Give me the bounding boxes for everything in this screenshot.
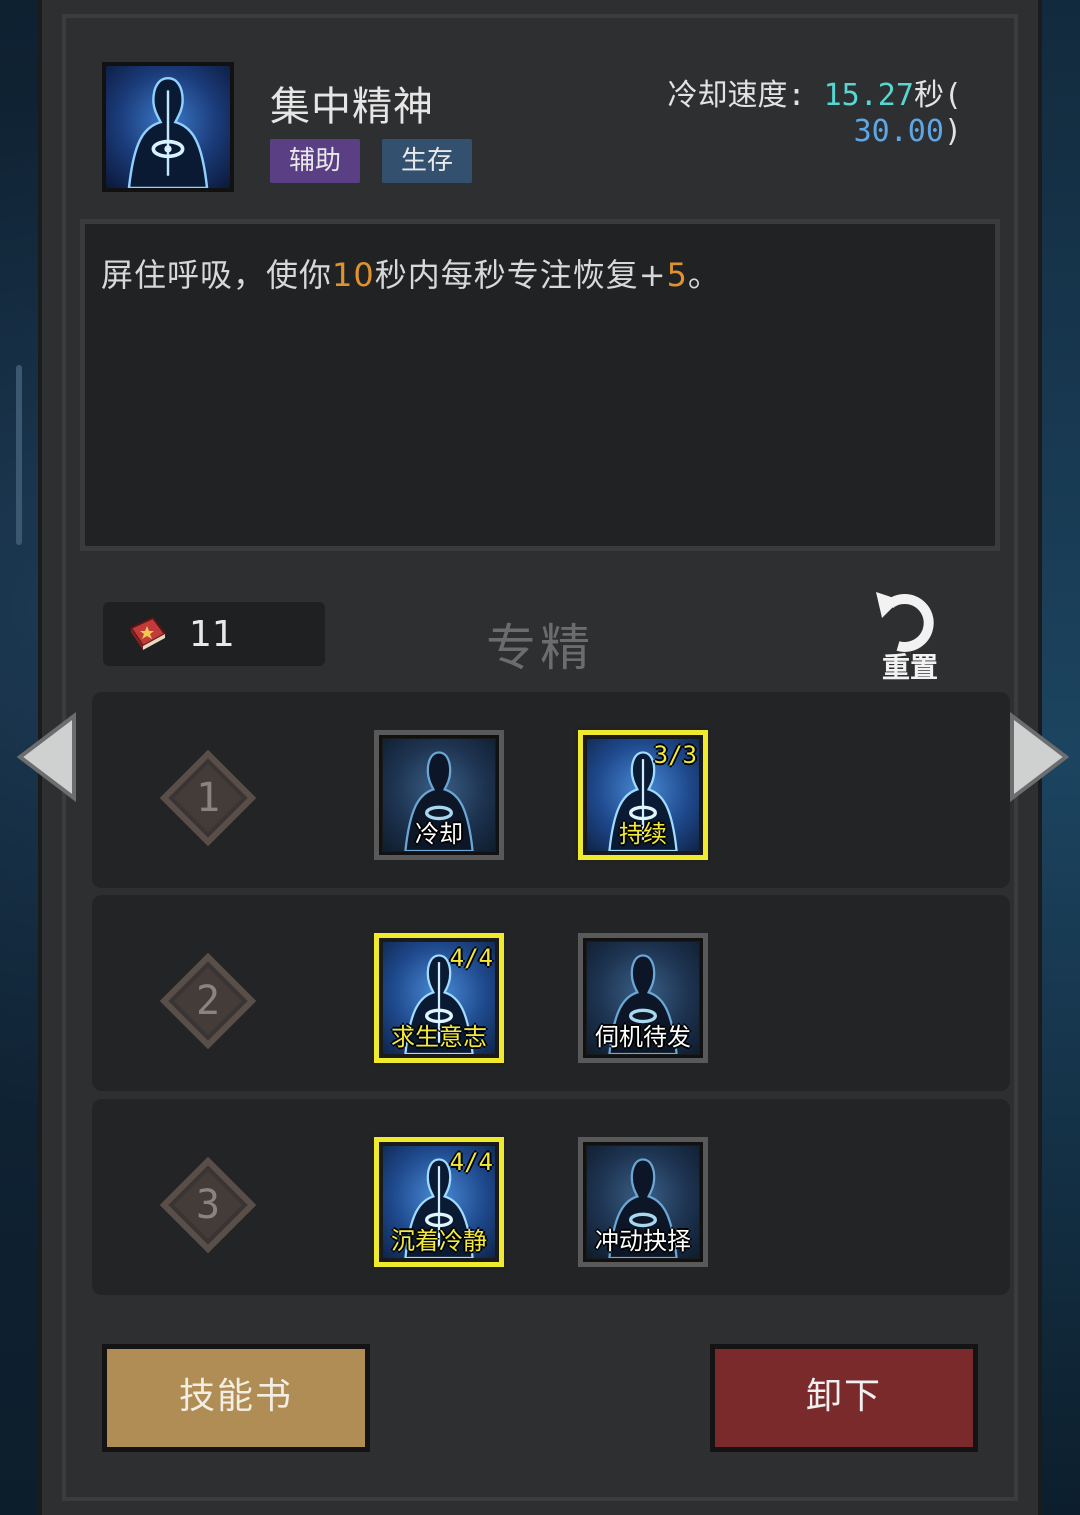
talent-rank: 3/3 bbox=[653, 741, 697, 769]
talent-name: 沉着冷静 bbox=[391, 1227, 487, 1255]
description-box: 屏住呼吸，使你10秒内每秒专注恢复+5。 bbox=[80, 219, 1000, 551]
skill-icon bbox=[102, 62, 234, 192]
talent-rank: 4/4 bbox=[449, 1148, 493, 1176]
description-amount: 5 bbox=[666, 256, 688, 294]
talent-impulse[interactable]: 冲动抉择 bbox=[578, 1137, 708, 1267]
description-part-1: 屏住呼吸，使你 bbox=[101, 256, 333, 294]
spec-tier-1: 1 冷却 3/3 持续 bbox=[92, 692, 1010, 888]
tier-number: 3 bbox=[195, 1182, 221, 1228]
cooldown-close: ) bbox=[943, 114, 962, 149]
spec-points: 11 bbox=[103, 602, 325, 666]
skill-title: 集中精神 bbox=[270, 84, 434, 130]
description-text: 屏住呼吸，使你10秒内每秒专注恢复+5。 bbox=[101, 250, 721, 296]
spec-points-value: 11 bbox=[189, 614, 235, 655]
tier-badge: 1 bbox=[159, 749, 257, 847]
tag-survival: 生存 bbox=[382, 139, 472, 183]
unequip-button[interactable]: 卸下 bbox=[710, 1344, 978, 1452]
tier-badge: 3 bbox=[159, 1156, 257, 1254]
spec-tier-3: 3 4/4 沉着冷静 冲动抉择 bbox=[92, 1099, 1010, 1295]
description-duration: 10 bbox=[332, 256, 375, 294]
meditation-figure-icon bbox=[127, 76, 209, 188]
talent-name: 伺机待发 bbox=[595, 1023, 691, 1051]
tag-support: 辅助 bbox=[270, 139, 360, 183]
description-part-3: 。 bbox=[687, 256, 721, 294]
reset-label: 重置 bbox=[881, 651, 938, 684]
talent-name: 冲动抉择 bbox=[595, 1227, 691, 1255]
skill-book-button[interactable]: 技能书 bbox=[102, 1344, 370, 1452]
tier-number: 2 bbox=[195, 978, 221, 1024]
tier-badge: 2 bbox=[159, 952, 257, 1050]
spec-title: 专精 bbox=[486, 619, 594, 677]
spec-tier-2: 2 4/4 求生意志 伺机待发 bbox=[92, 895, 1010, 1091]
tier-number: 1 bbox=[195, 775, 221, 821]
cooldown-unit: 秒( bbox=[913, 78, 962, 113]
arrow-right-icon bbox=[1010, 711, 1070, 803]
cooldown-label: 冷却速度: bbox=[667, 78, 806, 113]
talent-will-to-survive[interactable]: 4/4 求生意志 bbox=[374, 933, 504, 1063]
talent-name: 求生意志 bbox=[391, 1023, 487, 1051]
talent-name: 冷却 bbox=[415, 820, 463, 848]
talent-composure[interactable]: 4/4 沉着冷静 bbox=[374, 1137, 504, 1267]
cooldown-info: 冷却速度: 15.27秒( 30.00) bbox=[632, 78, 963, 150]
prev-skill-arrow[interactable] bbox=[14, 711, 78, 803]
reset-button[interactable]: 重置 bbox=[868, 588, 952, 684]
reset-icon bbox=[876, 592, 934, 652]
description-part-2: 秒内每秒专注恢复+ bbox=[374, 256, 667, 294]
skill-book-icon bbox=[129, 616, 167, 650]
talent-waiting[interactable]: 伺机待发 bbox=[578, 933, 708, 1063]
arrow-left-icon bbox=[16, 711, 76, 803]
talent-name: 持续 bbox=[619, 820, 667, 848]
talent-rank: 4/4 bbox=[449, 944, 493, 972]
scrollbar[interactable] bbox=[16, 365, 22, 545]
cooldown-value: 15.27 bbox=[823, 78, 914, 113]
talent-duration[interactable]: 3/3 持续 bbox=[578, 730, 708, 860]
next-skill-arrow[interactable] bbox=[1008, 711, 1072, 803]
talent-cooldown[interactable]: 冷却 bbox=[374, 730, 504, 860]
cooldown-base: 30.00 bbox=[853, 114, 944, 149]
